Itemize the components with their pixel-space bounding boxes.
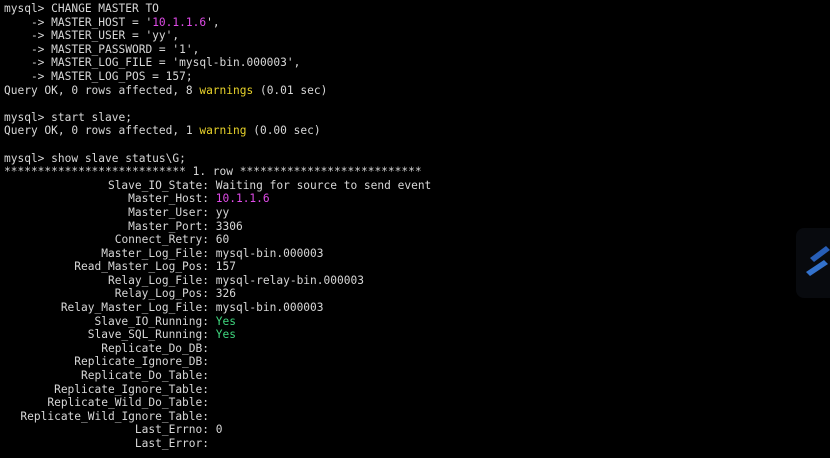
status-value: yy xyxy=(215,205,230,219)
command-continuation: -> MASTER_USER = 'yy', xyxy=(4,29,180,43)
status-row: Replicate_Do_Table: xyxy=(4,369,830,383)
row-header: *************************** 1. row *****… xyxy=(4,165,422,179)
status-row: Relay_Master_Log_File: mysql-bin.000003 xyxy=(4,301,830,315)
status-key: Relay_Log_Pos: xyxy=(114,287,209,301)
status-key: Slave_IO_State: xyxy=(107,178,209,192)
status-row: Master_Port: 3306 xyxy=(4,220,830,234)
status-value: 0 xyxy=(215,423,223,437)
status-row: Replicate_Ignore_Table: xyxy=(4,383,830,397)
status-value: 157 xyxy=(215,260,236,274)
status-key: Replicate_Wild_Ignore_Table: xyxy=(20,409,209,423)
status-key: Last_Error: xyxy=(134,437,209,450)
status-key: Slave_SQL_Running: xyxy=(87,328,209,342)
status-key: Master_User: xyxy=(128,205,209,219)
status-row: Last_Error: xyxy=(4,437,830,451)
status-row: Master_Host: 10.1.1.6 xyxy=(4,192,830,206)
command-line: mysql> CHANGE MASTER TO xyxy=(4,2,830,16)
status-key: Replicate_Do_DB: xyxy=(101,341,209,355)
status-value: mysql-bin.000003 xyxy=(215,301,324,315)
status-row: Replicate_Wild_Ignore_Table: xyxy=(4,410,830,424)
command-text: mysql> CHANGE MASTER TO xyxy=(4,2,159,15)
status-row: Relay_Log_Pos: 326 xyxy=(4,287,830,301)
status-row: Replicate_Wild_Do_Table: xyxy=(4,396,830,410)
status-key: Last_Errno: xyxy=(134,423,209,437)
query-result: Query OK, 0 rows affected, 1 warning (0.… xyxy=(4,124,830,138)
terminal-window[interactable]: mysql> CHANGE MASTER TO -> MASTER_HOST =… xyxy=(0,0,830,458)
status-row: Connect_Retry: 60 xyxy=(4,233,830,247)
string-value: 10.1.1.6 xyxy=(152,15,207,29)
result-time: (0.01 sec) xyxy=(253,83,328,97)
status-key: Slave_IO_Running: xyxy=(94,314,209,328)
status-row: Last_Errno: 0 xyxy=(4,423,830,437)
continuation-text: ', xyxy=(206,15,220,29)
status-key: Replicate_Do_Table: xyxy=(81,369,209,383)
status-key: Master_Log_File: xyxy=(101,246,209,260)
status-value: Yes xyxy=(215,328,236,342)
status-key: Replicate_Ignore_DB: xyxy=(74,355,209,369)
status-row: Slave_IO_State: Waiting for source to se… xyxy=(4,179,830,193)
status-row: Replicate_Do_DB: xyxy=(4,342,830,356)
slave-status-list: Slave_IO_State: Waiting for source to se… xyxy=(4,179,830,451)
command-continuation: -> MASTER_PASSWORD = '1', xyxy=(4,42,200,56)
status-row: Slave_IO_Running: Yes xyxy=(4,315,830,329)
status-row: Read_Master_Log_Pos: 157 xyxy=(4,260,830,274)
command-continuation: -> MASTER_HOST = '10.1.1.6', xyxy=(4,16,830,30)
status-key: Replicate_Ignore_Table: xyxy=(54,382,209,396)
status-value: mysql-relay-bin.000003 xyxy=(215,273,364,287)
status-row: Master_Log_File: mysql-bin.000003 xyxy=(4,247,830,261)
status-key: Relay_Master_Log_File: xyxy=(60,301,209,315)
status-key: Read_Master_Log_Pos: xyxy=(74,260,209,274)
status-row: Master_User: yy xyxy=(4,206,830,220)
warning-label: warning xyxy=(199,124,247,138)
continuation-text: -> MASTER_HOST = ' xyxy=(4,15,153,29)
status-value: 326 xyxy=(215,287,236,301)
status-key: Master_Host: xyxy=(128,192,209,206)
floating-app-icon[interactable] xyxy=(796,228,830,298)
status-row: Replicate_Ignore_DB: xyxy=(4,355,830,369)
result-time: (0.00 sec) xyxy=(246,124,321,138)
status-key: Master_Port: xyxy=(128,219,209,233)
status-value: 60 xyxy=(215,233,230,247)
status-value: Yes xyxy=(215,314,236,328)
status-key: Connect_Retry: xyxy=(114,233,209,247)
status-row: Slave_SQL_Running: Yes xyxy=(4,328,830,342)
command-continuation: -> MASTER_LOG_POS = 157; xyxy=(4,69,193,83)
result-text: Query OK, 0 rows affected, 1 xyxy=(4,124,200,138)
status-value: Waiting for source to send event xyxy=(215,178,432,192)
query-result: Query OK, 0 rows affected, 8 warnings (0… xyxy=(4,84,830,98)
status-key: Replicate_Wild_Do_Table: xyxy=(47,396,209,410)
warnings-label: warnings xyxy=(199,83,254,97)
status-value: mysql-bin.000003 xyxy=(215,246,324,260)
status-row: Relay_Log_File: mysql-relay-bin.000003 xyxy=(4,274,830,288)
status-value: 3306 xyxy=(215,219,243,233)
command-line: mysql> start slave; xyxy=(4,110,132,124)
status-value: 10.1.1.6 xyxy=(215,192,270,206)
command-continuation: -> MASTER_LOG_FILE = 'mysql-bin.000003', xyxy=(4,56,301,70)
status-key: Relay_Log_File: xyxy=(107,273,209,287)
result-text: Query OK, 0 rows affected, 8 xyxy=(4,83,200,97)
command-line: mysql> show slave status\G; xyxy=(4,151,186,165)
